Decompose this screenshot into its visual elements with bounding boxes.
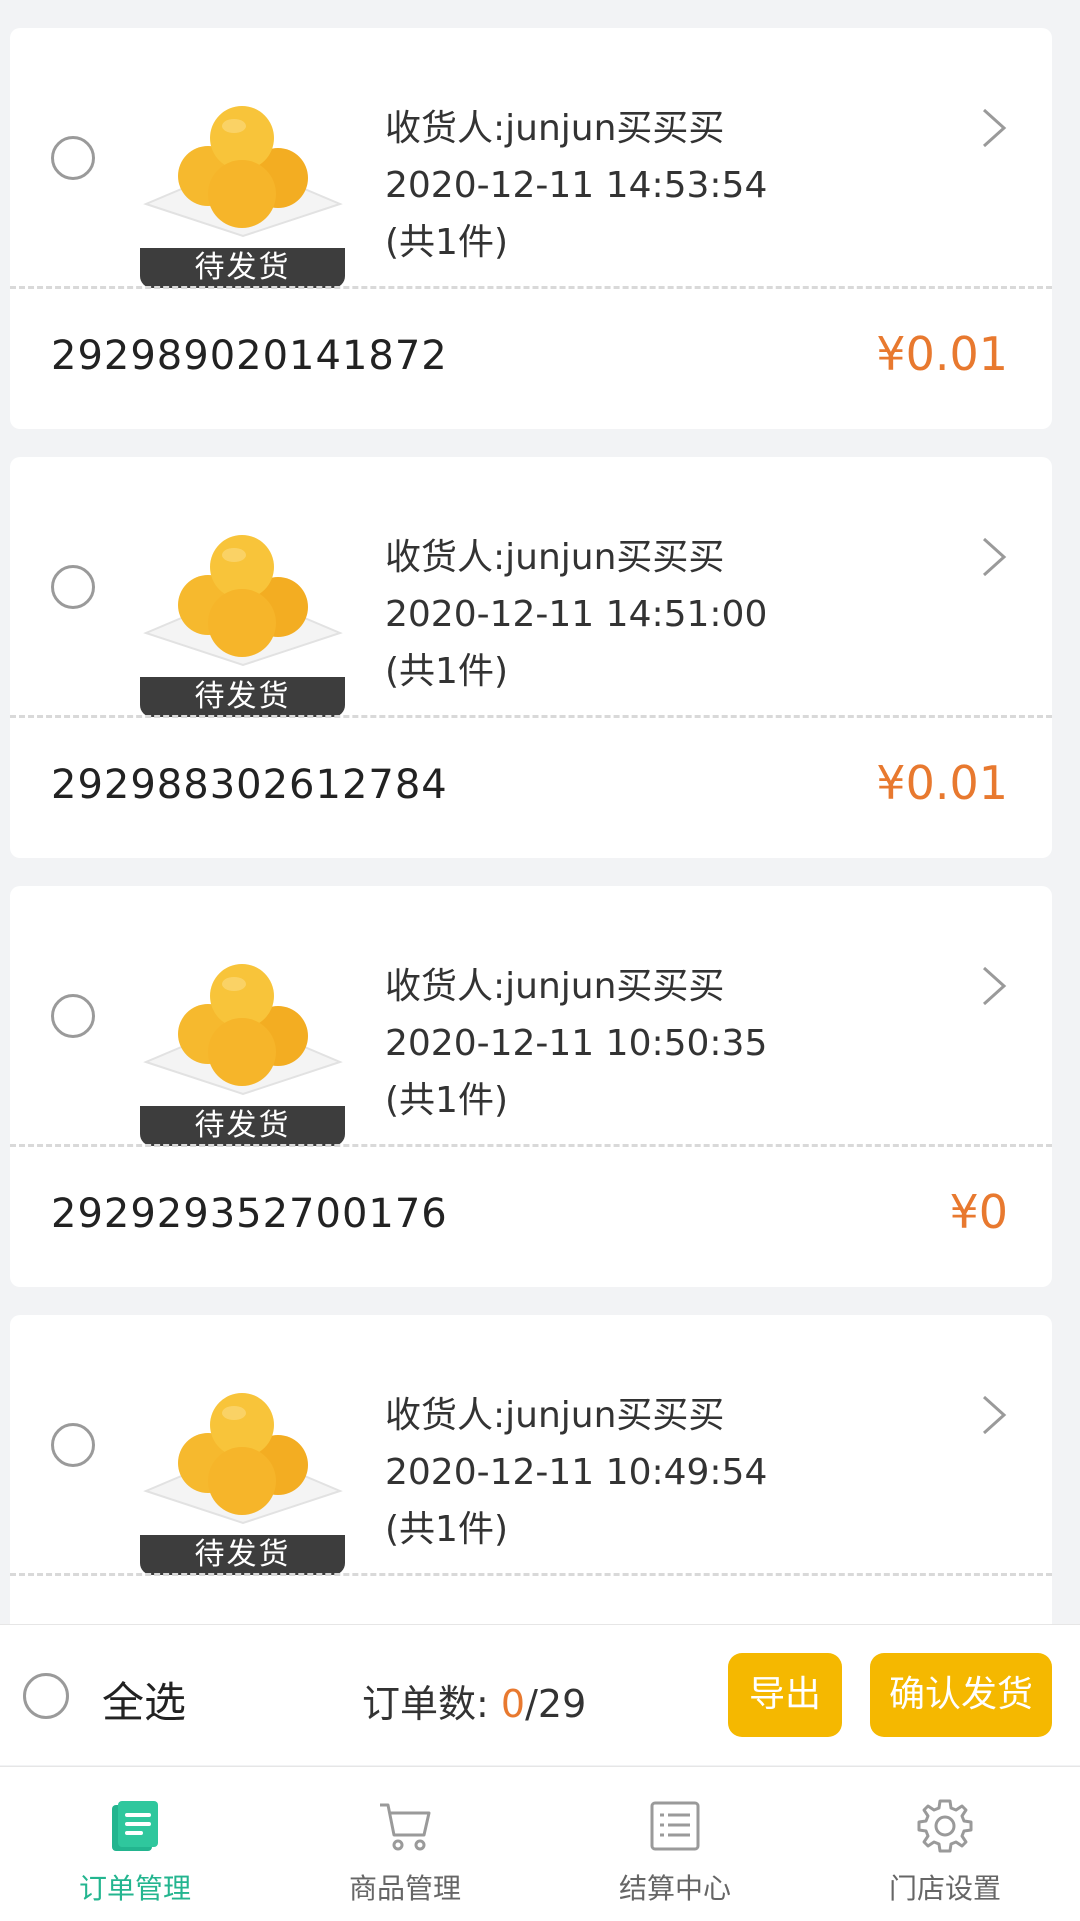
bottom-tab-bar: 订单管理 商品管理 结算中心 门店设置 — [0, 1766, 1080, 1921]
order-card[interactable]: 待发货 收货人:junjun买买买 2020-12-11 14:53:54 (共… — [10, 28, 1052, 429]
item-count: (共1件) — [385, 1509, 508, 1550]
chevron-right-icon[interactable] — [980, 964, 1008, 1008]
tab-settlement-center[interactable]: 结算中心 — [540, 1767, 810, 1921]
select-all-radio[interactable] — [23, 1673, 69, 1719]
order-footer: 292989020141872 ¥0.01 — [10, 289, 1052, 429]
order-list: 待发货 收货人:junjun买买买 2020-12-11 14:53:54 (共… — [0, 28, 1080, 1744]
order-summary[interactable]: 待发货 收货人:junjun买买买 2020-12-11 14:51:00 (共… — [10, 457, 1052, 717]
order-count-selected: 0 — [500, 1682, 526, 1726]
tab-store-settings[interactable]: 门店设置 — [810, 1767, 1080, 1921]
order-count-label: 订单数: — [362, 1682, 489, 1726]
order-count: 订单数: 0/29 — [362, 1673, 586, 1728]
tab-label: 商品管理 — [348, 1872, 461, 1905]
order-info: 收货人:junjun买买买 2020-12-11 14:51:00 (共1件) — [385, 529, 767, 700]
receiver-name: 收货人:junjun买买买 — [385, 537, 725, 578]
order-datetime: 2020-12-11 14:51:00 — [385, 594, 768, 635]
cart-icon — [380, 1803, 431, 1851]
order-count-total: /29 — [525, 1682, 587, 1726]
order-info: 收货人:junjun买买买 2020-12-11 14:53:54 (共1件) — [385, 100, 767, 271]
chevron-right-icon[interactable] — [980, 535, 1008, 579]
tab-product-management[interactable]: 商品管理 — [270, 1767, 540, 1921]
order-number: 292989020141872 — [51, 333, 448, 379]
order-summary[interactable]: 待发货 收货人:junjun买买买 2020-12-11 14:53:54 (共… — [10, 28, 1052, 288]
receiver-name: 收货人:junjun买买买 — [385, 1395, 725, 1436]
order-select-radio[interactable] — [51, 1423, 95, 1467]
order-info: 收货人:junjun买买买 2020-12-11 10:49:54 (共1件) — [385, 1387, 767, 1558]
order-info: 收货人:junjun买买买 2020-12-11 10:50:35 (共1件) — [385, 958, 767, 1129]
order-price: ¥0.01 — [876, 756, 1008, 810]
order-summary[interactable]: 待发货 收货人:junjun买买买 2020-12-11 10:50:35 (共… — [10, 886, 1052, 1146]
order-select-radio[interactable] — [51, 565, 95, 609]
order-select-radio[interactable] — [51, 994, 95, 1038]
order-summary[interactable]: 待发货 收货人:junjun买买买 2020-12-11 10:49:54 (共… — [10, 1315, 1052, 1575]
order-price: ¥0 — [949, 1185, 1008, 1239]
ledger-icon — [650, 1801, 700, 1851]
receiver-name: 收货人:junjun买买买 — [385, 966, 725, 1007]
status-badge: 待发货 — [140, 677, 345, 717]
order-datetime: 2020-12-11 10:49:54 — [385, 1452, 768, 1493]
gear-icon — [917, 1799, 973, 1853]
tab-label: 订单管理 — [78, 1872, 191, 1905]
order-list-icon — [112, 1801, 158, 1851]
status-badge: 待发货 — [140, 1106, 345, 1146]
status-badge: 待发货 — [140, 248, 345, 288]
tab-label: 结算中心 — [618, 1872, 731, 1905]
item-count: (共1件) — [385, 1080, 508, 1121]
bottom-action-bar: 全选 订单数: 0/29 导出 确认发货 — [0, 1624, 1080, 1765]
order-card[interactable]: 待发货 收货人:junjun买买买 2020-12-11 14:51:00 (共… — [10, 457, 1052, 858]
select-all-label[interactable]: 全选 — [102, 1669, 186, 1730]
order-number: 292929352700176 — [51, 1191, 448, 1237]
export-button[interactable]: 导出 — [728, 1653, 842, 1737]
chevron-right-icon[interactable] — [980, 106, 1008, 150]
order-select-radio[interactable] — [51, 136, 95, 180]
tab-label: 门店设置 — [888, 1872, 1001, 1905]
order-datetime: 2020-12-11 14:53:54 — [385, 165, 768, 206]
tab-order-management[interactable]: 订单管理 — [0, 1767, 270, 1921]
order-card[interactable]: 待发货 收货人:junjun买买买 2020-12-11 10:50:35 (共… — [10, 886, 1052, 1287]
chevron-right-icon[interactable] — [980, 1393, 1008, 1437]
status-badge: 待发货 — [140, 1535, 345, 1575]
order-footer: 292988302612784 ¥0.01 — [10, 718, 1052, 858]
order-price: ¥0.01 — [876, 327, 1008, 381]
order-datetime: 2020-12-11 10:50:35 — [385, 1023, 768, 1064]
order-number: 292988302612784 — [51, 762, 448, 808]
item-count: (共1件) — [385, 222, 508, 263]
item-count: (共1件) — [385, 651, 508, 692]
confirm-shipment-button[interactable]: 确认发货 — [870, 1653, 1052, 1737]
receiver-name: 收货人:junjun买买买 — [385, 108, 725, 149]
order-footer: 292929352700176 ¥0 — [10, 1147, 1052, 1287]
